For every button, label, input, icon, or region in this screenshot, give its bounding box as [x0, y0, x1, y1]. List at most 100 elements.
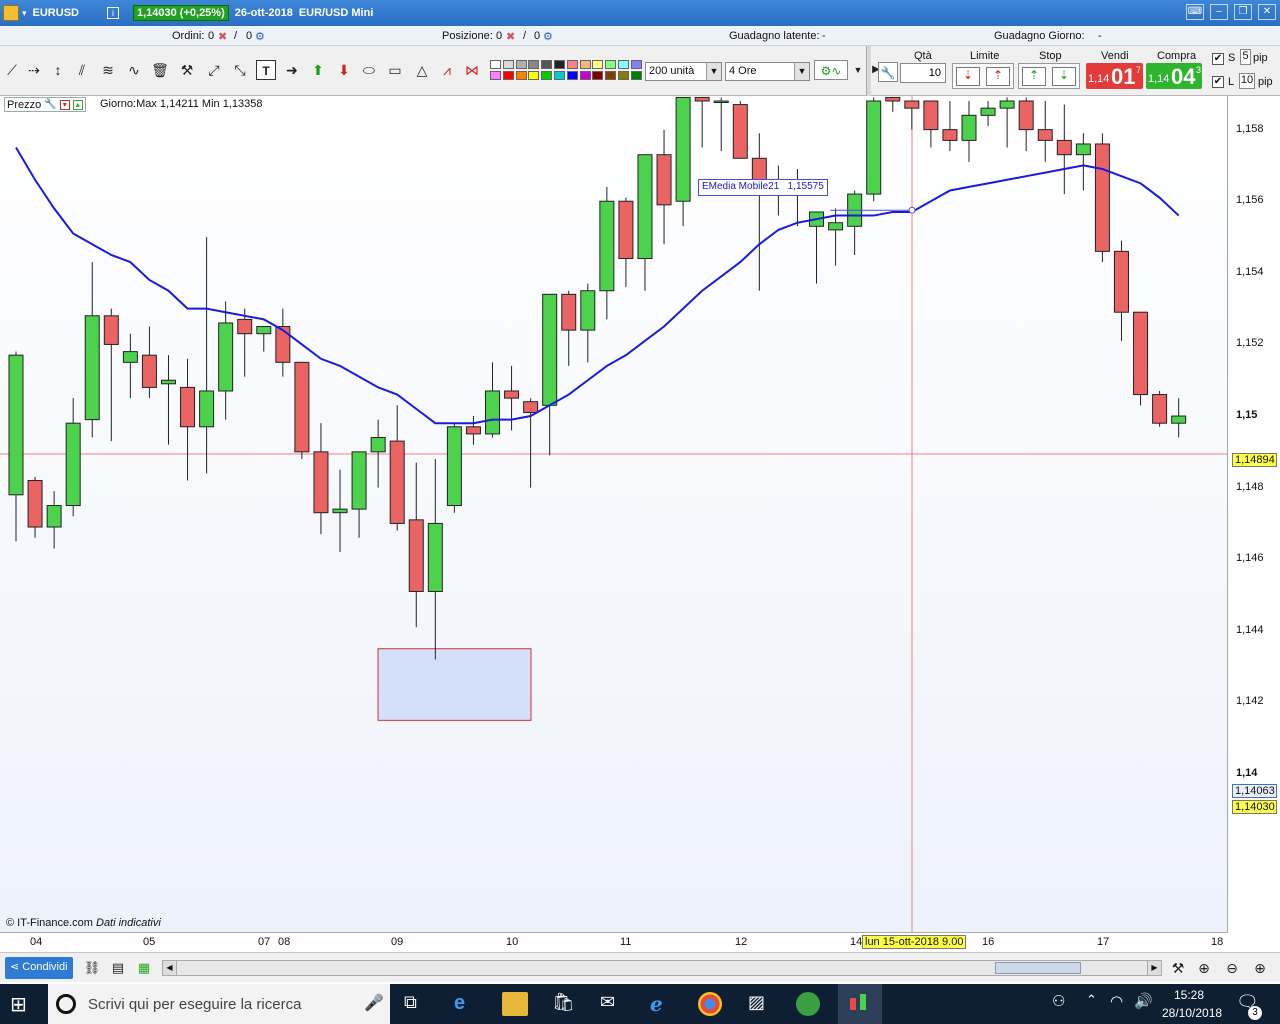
candle-body[interactable] — [180, 386, 196, 428]
close-button[interactable]: ✕ — [1258, 4, 1276, 20]
keyboard-icon[interactable]: ⌨ — [1186, 4, 1204, 20]
wrench-icon[interactable]: 🔧 — [44, 99, 56, 110]
color-swatch[interactable] — [618, 71, 629, 80]
candle-body[interactable] — [1018, 100, 1034, 131]
chevron-up-icon[interactable]: ⌃ — [1086, 992, 1112, 1016]
buy-button[interactable]: 1,14 04 3 — [1146, 63, 1202, 89]
candle-body[interactable] — [675, 96, 691, 202]
candle-body[interactable] — [160, 379, 176, 385]
units-select[interactable]: 200 unità ▼ — [645, 62, 722, 81]
color-swatch[interactable] — [490, 60, 501, 69]
candle-body[interactable] — [465, 426, 481, 435]
clock-time[interactable]: 15:28 — [1174, 988, 1204, 1002]
chevron-down-icon[interactable]: ▾ — [22, 8, 27, 19]
color-swatch[interactable] — [541, 60, 553, 69]
candle-body[interactable] — [294, 361, 310, 453]
candle-body[interactable] — [656, 154, 672, 206]
zoom-fit-icon[interactable]: ⊕ — [1194, 958, 1214, 978]
trend-up-tool-icon[interactable]: ⤢ — [204, 60, 224, 80]
color-swatch[interactable] — [592, 60, 604, 69]
candle-body[interactable] — [1133, 311, 1149, 396]
limit-buy-icon[interactable]: ⇣ — [956, 67, 980, 86]
link-icon[interactable]: ⛓ — [82, 958, 102, 978]
table-icon[interactable]: ▦ — [134, 958, 154, 978]
orders-settings-icon[interactable]: ⚙ — [255, 30, 265, 43]
close-position-icon[interactable]: ✖ — [506, 30, 515, 43]
people-icon[interactable]: ⚇ — [1052, 992, 1078, 1016]
wifi-icon[interactable]: ◠ — [1110, 992, 1136, 1016]
globe-app-icon[interactable] — [796, 992, 820, 1016]
color-swatch[interactable] — [502, 60, 514, 69]
microphone-icon[interactable]: 🎤 — [364, 993, 384, 1013]
magnet-tool-icon[interactable]: ⚒ — [177, 60, 197, 80]
candle-body[interactable] — [599, 200, 615, 292]
candle-body[interactable] — [237, 318, 253, 335]
ellipse-tool-icon[interactable]: ⬭ — [359, 60, 379, 80]
color-swatch[interactable] — [515, 71, 527, 80]
color-swatch[interactable] — [515, 60, 527, 69]
app-menu-icon[interactable] — [3, 5, 19, 21]
clock-date[interactable]: 28/10/2018 — [1162, 1006, 1222, 1020]
color-swatch[interactable] — [502, 71, 514, 80]
color-swatch[interactable] — [579, 60, 591, 69]
candle-body[interactable] — [84, 315, 100, 421]
triangle-tool-icon[interactable]: △ — [412, 60, 432, 80]
arrow-up-tool-icon[interactable]: ⬆ — [308, 60, 328, 80]
add-panel-icon[interactable]: ▴ — [72, 99, 83, 110]
candle-body[interactable] — [904, 100, 920, 109]
candle-body[interactable] — [256, 326, 272, 335]
candle-body[interactable] — [732, 104, 748, 159]
candle-body[interactable] — [46, 505, 62, 528]
candle-body[interactable] — [313, 451, 329, 514]
candle-body[interactable] — [485, 390, 500, 435]
candle-body[interactable] — [275, 326, 291, 363]
scroll-right-icon[interactable]: ▶ — [1147, 961, 1161, 975]
candle-body[interactable] — [504, 390, 520, 399]
line-tool-icon[interactable]: ⟋ — [2, 60, 22, 80]
taskbar-search[interactable]: Scrivi qui per eseguire la ricerca 🎤 — [48, 984, 390, 1024]
candle-body[interactable] — [637, 154, 653, 260]
remove-panel-icon[interactable]: ▾ — [59, 99, 70, 110]
chrome-icon[interactable] — [698, 992, 722, 1016]
regression-tool-icon[interactable]: ∿ — [124, 60, 144, 80]
limit-sell-icon[interactable]: ⇡ — [986, 67, 1010, 86]
candle-body[interactable] — [828, 222, 844, 231]
candle-body[interactable] — [923, 100, 939, 131]
ema-line[interactable] — [15, 147, 1180, 425]
candle-body[interactable] — [370, 437, 386, 453]
drawn-rectangle[interactable] — [377, 648, 532, 721]
file-explorer-icon[interactable] — [502, 992, 528, 1016]
volume-icon[interactable]: 🔊 — [1134, 992, 1160, 1016]
color-swatch[interactable] — [554, 60, 565, 69]
candle-body[interactable] — [1037, 129, 1053, 141]
time-axis[interactable]: 04 05 07 08 09 10 11 12 14 16 17 18 lun 15-ott-2018… — [0, 932, 1228, 950]
zoom-in-icon[interactable]: ⊕ — [1250, 958, 1270, 978]
candle-body[interactable] — [141, 354, 157, 388]
price-plot[interactable] — [0, 96, 1228, 932]
color-swatch[interactable] — [605, 60, 617, 69]
text-tool-icon[interactable]: T — [256, 60, 276, 80]
candle-body[interactable] — [1094, 143, 1110, 252]
candle-body[interactable] — [885, 96, 901, 102]
candle-body[interactable] — [122, 351, 138, 363]
arrow-down-tool-icon[interactable]: ⬇ — [334, 60, 354, 80]
auto-scale-icon[interactable]: ⚒ — [1168, 958, 1188, 978]
info-icon[interactable]: i — [106, 7, 119, 19]
store-icon[interactable]: 🛍 — [552, 992, 578, 1016]
delete-tool-icon[interactable]: 🗑 — [150, 60, 170, 80]
candle-body[interactable] — [999, 100, 1015, 109]
s-pip-input[interactable]: 5 — [1240, 49, 1251, 65]
indicator-icon[interactable]: ⚙∿ — [814, 60, 848, 80]
trend-cross-tool-icon[interactable]: ⤡ — [230, 60, 250, 80]
minimize-button[interactable]: – — [1210, 4, 1228, 20]
cancel-orders-icon[interactable]: ✖ — [218, 30, 227, 43]
internet-explorer-icon[interactable]: ℯ — [650, 992, 676, 1016]
candle-body[interactable] — [713, 100, 729, 103]
color-swatch[interactable] — [566, 60, 578, 69]
restore-button[interactable]: ❐ — [1234, 4, 1252, 20]
l-checkbox[interactable]: ✔ — [1212, 76, 1224, 88]
channel-tool-icon[interactable]: ⫽ — [72, 60, 92, 80]
zoom-out-icon[interactable]: ⊖ — [1222, 958, 1242, 978]
color-swatch[interactable] — [528, 60, 540, 69]
chevron-down-icon[interactable]: ▼ — [848, 60, 868, 80]
